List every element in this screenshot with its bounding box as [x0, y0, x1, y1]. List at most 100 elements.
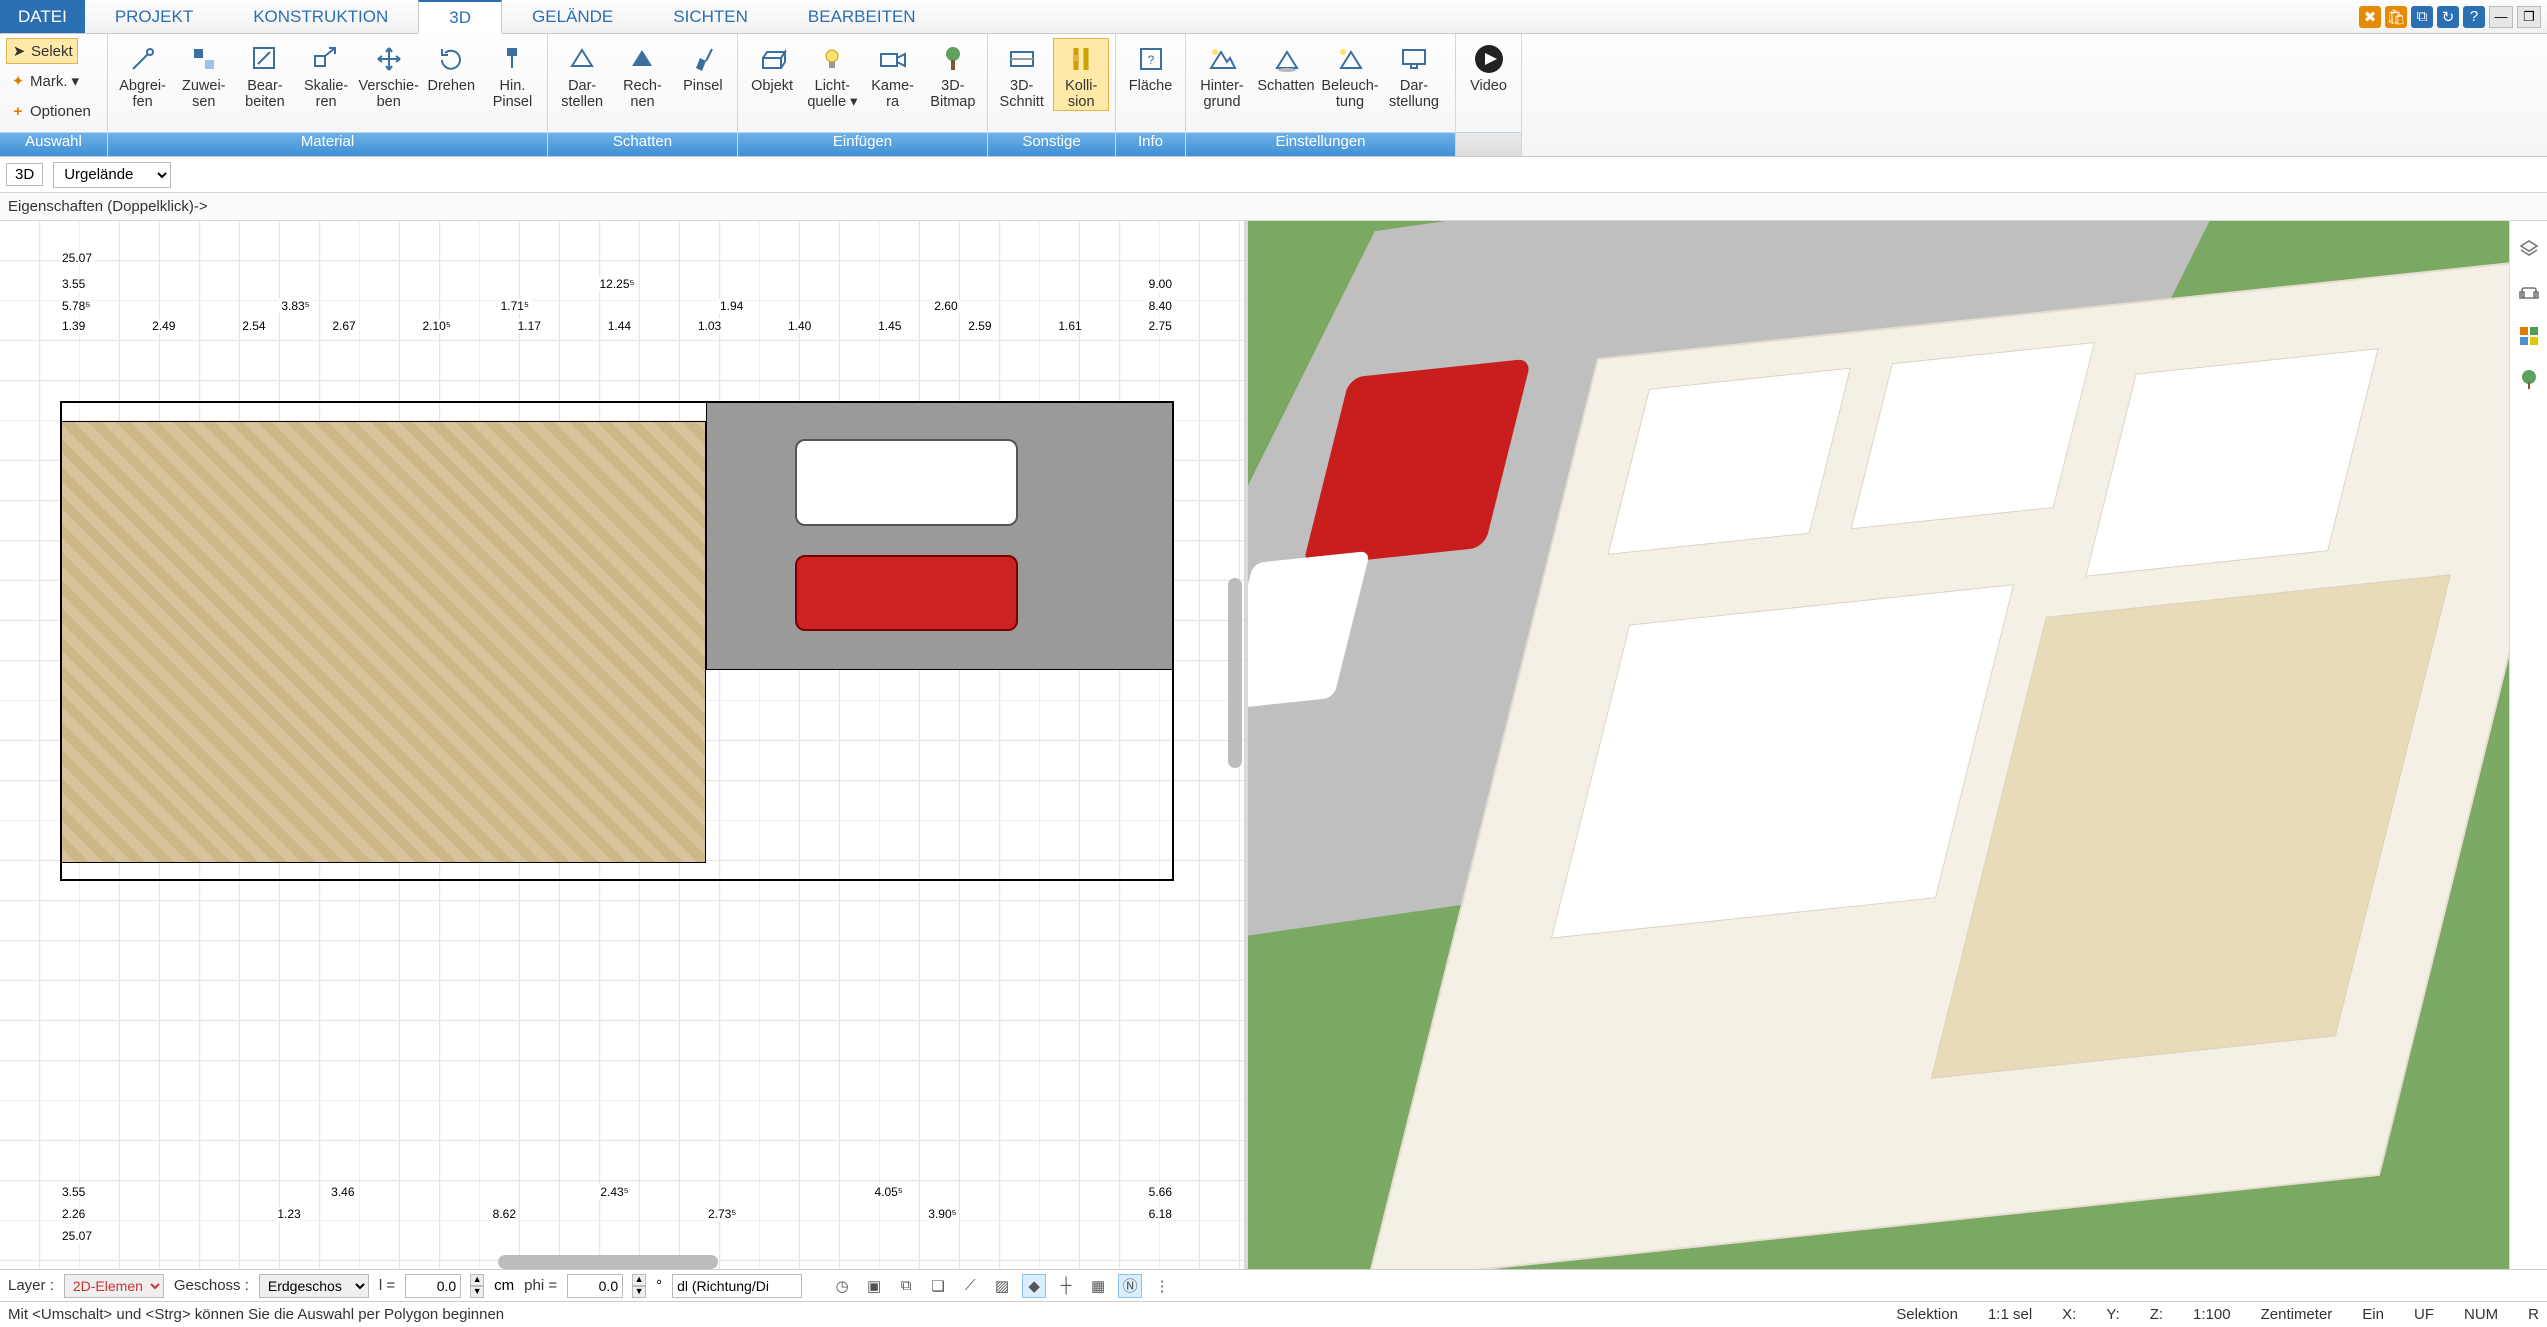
menu-projekt[interactable]: PROJEKT: [85, 0, 223, 33]
layers-icon[interactable]: [2516, 235, 2542, 261]
auswahl-selekt[interactable]: ➤ Selekt: [6, 38, 78, 64]
ribbon-btn-licht-label: Licht- quelle ▾: [807, 78, 857, 110]
unit-deg: °: [656, 1277, 662, 1294]
auswahl-selekt-label: Selekt: [31, 43, 73, 60]
dim: 3.55: [60, 1185, 87, 1199]
window-restore[interactable]: ❐: [2517, 6, 2541, 28]
terrain-select[interactable]: Urgelände: [53, 162, 171, 188]
tool-icon-3[interactable]: ⧉: [2411, 6, 2433, 28]
ribbon-btn-kollision[interactable]: Kolli- sion: [1053, 38, 1109, 111]
angle-icon[interactable]: ⟋: [958, 1274, 982, 1298]
scrollbar-horizontal[interactable]: [498, 1255, 718, 1269]
clock-icon[interactable]: ◷: [830, 1274, 854, 1298]
dim: 2.43⁵: [598, 1185, 630, 1199]
tool-icon-2[interactable]: 🛍: [2385, 6, 2407, 28]
ribbon-btn-verschieben[interactable]: Verschie- ben: [359, 38, 419, 110]
ribbon-btn-rechnen[interactable]: Rech- nen: [614, 38, 670, 110]
more-icon[interactable]: ⋮: [1150, 1274, 1174, 1298]
axes-icon[interactable]: ┼: [1054, 1274, 1078, 1298]
ribbon-btn-pinsel[interactable]: Pinsel: [675, 38, 731, 94]
menu-file[interactable]: DATEI: [0, 0, 85, 33]
hatch-icon[interactable]: ▨: [990, 1274, 1014, 1298]
phi-up[interactable]: ▲: [632, 1274, 646, 1286]
dropdown-icon: ▾: [72, 72, 80, 90]
menu-sichten[interactable]: SICHTEN: [643, 0, 778, 33]
menu-3d[interactable]: 3D: [418, 0, 502, 34]
ribbon-panel-info: ? Fläche Info: [1116, 34, 1186, 156]
auswahl-mark[interactable]: ✦ Mark. ▾: [6, 68, 83, 94]
l-input[interactable]: [405, 1274, 461, 1298]
l-label: l =: [379, 1277, 395, 1294]
dl-input[interactable]: [672, 1274, 802, 1298]
grid-icon[interactable]: ▦: [1086, 1274, 1110, 1298]
tool-icon-1[interactable]: ✖: [2359, 6, 2381, 28]
palette-icon[interactable]: [2516, 323, 2542, 349]
ribbon-btn-flaeche[interactable]: ? Fläche: [1122, 38, 1179, 94]
ribbon-caption-sonstige: Sonstige: [988, 132, 1115, 156]
overlap-icon[interactable]: ⧉: [894, 1274, 918, 1298]
menu-gelaende[interactable]: GELÄNDE: [502, 0, 643, 33]
phi-input[interactable]: [567, 1274, 623, 1298]
ribbon-btn-darstellung[interactable]: Dar- stellung: [1384, 38, 1444, 110]
view-3d[interactable]: [1248, 221, 2547, 1271]
furniture-icon[interactable]: [2516, 279, 2542, 305]
l-down[interactable]: ▼: [470, 1286, 484, 1298]
dim: 3.46: [329, 1185, 356, 1199]
plan-outline: [60, 401, 1174, 881]
dim: 1.03: [696, 319, 723, 333]
ribbon-btn-hintergrund[interactable]: Hinter- grund: [1192, 38, 1252, 110]
ribbon-btn-bitmap[interactable]: 3D- Bitmap: [925, 38, 981, 110]
ribbon-btn-hinpinsel[interactable]: Hin. Pinsel: [484, 38, 541, 110]
ribbon-panel-einstellungen: Hinter- grund Schatten Beleuch- tung Dar…: [1186, 34, 1456, 156]
ribbon-btn-skalieren[interactable]: Skalie- ren: [298, 38, 355, 110]
ribbon-btn-darstellen[interactable]: Dar- stellen: [554, 38, 610, 110]
tool-icon-4[interactable]: ↻: [2437, 6, 2459, 28]
ribbon-caption-video: [1456, 132, 1521, 156]
scrollbar-vertical[interactable]: [1228, 578, 1242, 768]
stack-icon[interactable]: ❏: [926, 1274, 950, 1298]
ribbon-btn-zuweisen[interactable]: Zuwei- sen: [175, 38, 232, 110]
n-icon[interactable]: Ⓝ: [1118, 1274, 1142, 1298]
ribbon-btn-schattenE[interactable]: Schatten: [1256, 38, 1316, 94]
diamond-icon[interactable]: ◆: [1022, 1274, 1046, 1298]
l-up[interactable]: ▲: [470, 1274, 484, 1286]
ribbon-btn-schnitt[interactable]: 3D- Schnitt: [994, 38, 1049, 110]
ribbon-btn-schnitt-label: 3D- Schnitt: [1000, 78, 1044, 110]
window-minimize[interactable]: —: [2489, 6, 2513, 28]
capture-icon[interactable]: ▣: [862, 1274, 886, 1298]
dim: 2.60: [932, 299, 959, 313]
ribbon-btn-hintergrund-label: Hinter- grund: [1200, 78, 1244, 110]
dim: 2.49: [150, 319, 177, 333]
status-mode: Selektion: [1896, 1306, 1958, 1323]
floor-select[interactable]: Erdgeschos: [259, 1274, 369, 1298]
ribbon-caption-auswahl: Auswahl: [0, 132, 107, 156]
phi-label: phi =: [524, 1277, 557, 1294]
ribbon-btn-beleuchtung[interactable]: Beleuch- tung: [1320, 38, 1380, 110]
ribbon-btn-drehen[interactable]: Drehen: [423, 38, 480, 94]
layer-select[interactable]: 2D-Elemen: [64, 1274, 164, 1298]
ribbon-btn-abgreifen[interactable]: Abgrei- fen: [114, 38, 171, 110]
dim: 5.78⁵: [60, 299, 92, 313]
auswahl-optionen[interactable]: + Optionen: [6, 98, 95, 124]
ribbon-btn-bearbeiten-label: Bear- beiten: [245, 78, 285, 110]
ribbon-btn-kamera[interactable]: Kame- ra: [865, 38, 921, 110]
ribbon-btn-video[interactable]: Video: [1462, 38, 1515, 94]
help-icon[interactable]: ?: [2463, 6, 2485, 28]
dim: 2.73⁵: [706, 1207, 738, 1221]
dim: 1.61: [1056, 319, 1083, 333]
menu-konstruktion[interactable]: KONSTRUKTION: [223, 0, 418, 33]
tree-icon[interactable]: [2516, 367, 2542, 393]
ribbon-btn-bitmap-label: 3D- Bitmap: [930, 78, 975, 110]
menu-bearbeiten[interactable]: BEARBEITEN: [778, 0, 946, 33]
ribbon-btn-licht[interactable]: Licht- quelle ▾: [804, 38, 860, 110]
property-bar[interactable]: Eigenschaften (Doppelklick)->: [0, 193, 2547, 221]
ribbon-btn-bearbeiten[interactable]: Bear- beiten: [236, 38, 293, 110]
phi-down[interactable]: ▼: [632, 1286, 646, 1298]
ribbon-btn-drehen-label: Drehen: [427, 78, 475, 94]
ribbon-btn-objekt[interactable]: Objekt: [744, 38, 800, 94]
dim: 2.54: [240, 319, 267, 333]
dim: 8.40: [1147, 299, 1174, 313]
dim: 25.07: [60, 251, 94, 265]
dim: 2.59: [966, 319, 993, 333]
view-2d[interactable]: 25.07 3.5512.25⁵9.00 5.78⁵3.83⁵1.71⁵1.94…: [0, 221, 1248, 1271]
